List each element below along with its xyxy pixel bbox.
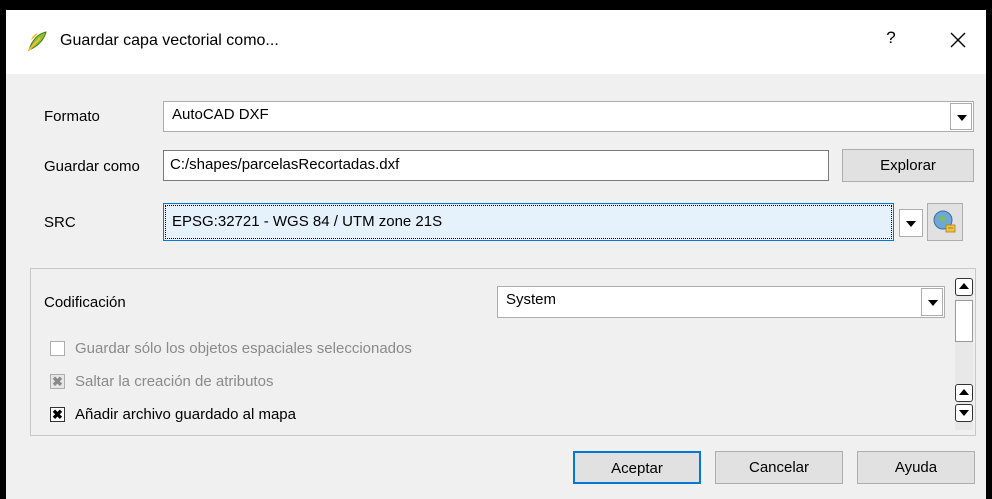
crs-value: EPSG:32721 - WGS 84 / UTM zone 21S [172,213,443,230]
save-path-input[interactable]: C:/shapes/parcelasRecortadas.dxf [163,150,829,181]
scroll-down-icon[interactable] [955,404,973,422]
close-icon[interactable] [941,24,975,56]
scroll-up-icon[interactable] [955,278,973,296]
checkbox-skip-attributes-label: Saltar la creación de atributos [75,373,274,390]
scroll-up-icon[interactable] [955,384,973,402]
checkbox-add-to-map-label: Añadir archivo guardado al mapa [75,406,296,423]
chevron-down-icon[interactable] [921,288,943,316]
help-title-button[interactable]: ? [876,28,906,54]
scrollbar-thumb[interactable] [955,300,973,342]
checkbox-selected-only-label: Guardar sólo los objetos espaciales sele… [75,340,412,357]
checkbox-skip-attributes[interactable]: ✖ Saltar la creación de atributos [50,373,273,390]
crs-dropdown-arrow[interactable] [899,209,923,237]
window-title: Guardar capa vectorial como... [60,32,279,49]
encoding-value: System [506,291,557,308]
save-vector-layer-dialog: Guardar capa vectorial como... ? Formato… [6,10,986,499]
format-select[interactable]: AutoCAD DXF [163,101,974,132]
checkbox-selected-only[interactable]: Guardar sólo los objetos espaciales sele… [50,340,412,357]
crs-select-button[interactable] [927,203,963,241]
crs-select[interactable]: EPSG:32721 - WGS 84 / UTM zone 21S [163,203,894,241]
checkmark-x-icon: ✖ [50,374,65,389]
save-as-label: Guardar como [44,158,140,175]
format-value: AutoCAD DXF [172,106,269,123]
help-button[interactable]: Ayuda [857,451,975,484]
crs-label: SRC [44,214,76,231]
checkmark-x-icon: ✖ [50,407,65,422]
encoding-select[interactable]: System [497,286,945,318]
title-bar: Guardar capa vectorial como... ? [6,10,986,74]
checkbox-empty-icon [50,341,65,356]
qgis-leaf-icon [28,31,47,51]
browse-button[interactable]: Explorar [842,149,974,182]
chevron-down-icon[interactable] [950,103,972,130]
cancel-button[interactable]: Cancelar [715,451,843,484]
encoding-label: Codificación [44,294,126,311]
save-path-value: C:/shapes/parcelasRecortadas.dxf [170,156,400,173]
format-label: Formato [44,108,100,125]
options-scrollbar[interactable] [955,278,973,430]
checkbox-add-to-map[interactable]: ✖ Añadir archivo guardado al mapa [50,406,296,423]
accept-button[interactable]: Aceptar [573,451,701,484]
globe-crs-icon [933,210,956,233]
